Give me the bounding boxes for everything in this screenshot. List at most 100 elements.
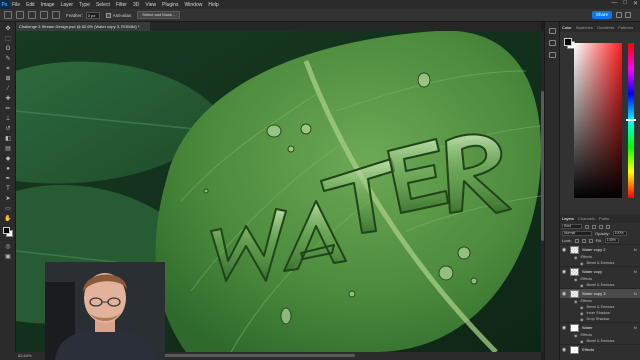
- menu-layer[interactable]: Layer: [58, 2, 77, 8]
- brush-tool-icon[interactable]: ✏: [4, 106, 12, 113]
- pixel-filter-icon[interactable]: [585, 224, 589, 229]
- shape-tool-icon[interactable]: ▭: [4, 206, 12, 213]
- eyedropper-tool-icon[interactable]: ⁄: [4, 86, 12, 93]
- maximize-icon[interactable]: □: [623, 0, 627, 7]
- effect-eye-icon[interactable]: ◉: [580, 339, 584, 344]
- visibility-eye-icon[interactable]: ◉: [561, 347, 567, 353]
- search-icon[interactable]: [616, 12, 622, 18]
- layer-row[interactable]: ◉ Water fx: [560, 322, 640, 332]
- visibility-eye-icon[interactable]: ◉: [561, 291, 567, 297]
- effect-eye-icon[interactable]: ◉: [580, 311, 584, 316]
- type-filter-icon[interactable]: [599, 224, 603, 229]
- tab-color[interactable]: Color: [560, 25, 574, 30]
- share-button[interactable]: Share: [591, 11, 612, 19]
- menu-help[interactable]: Help: [205, 2, 221, 8]
- menu-edit[interactable]: Edit: [23, 2, 38, 8]
- effect-eye-icon[interactable]: ◉: [580, 317, 584, 322]
- menu-filter[interactable]: Filter: [113, 2, 130, 8]
- effect-eye-icon[interactable]: ◉: [574, 333, 578, 338]
- horizontal-scroll-thumb[interactable]: [140, 354, 355, 357]
- quick-mask-icon[interactable]: ◎: [4, 244, 12, 251]
- tab-paths[interactable]: Paths: [597, 216, 611, 221]
- menu-window[interactable]: Window: [182, 2, 206, 8]
- lasso-tool-preset-icon[interactable]: [16, 11, 24, 19]
- shape-filter-icon[interactable]: [606, 224, 610, 229]
- effect-eye-icon[interactable]: ◉: [574, 277, 578, 282]
- visibility-eye-icon[interactable]: ◉: [561, 325, 567, 331]
- foreground-color-chip[interactable]: [564, 38, 572, 46]
- workspace-icon[interactable]: [625, 12, 631, 18]
- document-tab[interactable]: Challenge 3 Stream Design.psd @ 82.6% (W…: [16, 22, 150, 31]
- add-to-selection-icon[interactable]: [40, 11, 48, 19]
- healing-brush-icon[interactable]: ✚: [4, 96, 12, 103]
- minimize-icon[interactable]: —: [611, 0, 617, 7]
- pen-tool-icon[interactable]: ✒: [4, 176, 12, 183]
- lock-pixels-icon[interactable]: [574, 238, 579, 243]
- foreground-color-swatch[interactable]: [3, 227, 10, 234]
- adjustments-panel-icon[interactable]: [549, 52, 556, 58]
- new-selection-icon[interactable]: [28, 11, 36, 19]
- fx-badge[interactable]: fx: [634, 325, 637, 330]
- tab-layers[interactable]: Layers: [560, 216, 576, 221]
- tab-gradients[interactable]: Gradients: [595, 25, 616, 30]
- quick-select-tool-icon[interactable]: ✎: [4, 56, 12, 63]
- screen-mode-icon[interactable]: ▣: [4, 254, 12, 261]
- menu-3d[interactable]: 3D: [130, 2, 142, 8]
- layer-row-selected[interactable]: ◉ Water copy 3 fx: [560, 288, 640, 298]
- lock-all-icon[interactable]: [588, 238, 593, 243]
- blend-mode-select[interactable]: Normal: [562, 231, 592, 236]
- move-tool-icon[interactable]: ✥: [4, 26, 12, 33]
- frame-tool-icon[interactable]: ⊠: [4, 76, 12, 83]
- hue-marker[interactable]: [626, 119, 636, 121]
- effect-eye-icon[interactable]: ◉: [580, 283, 584, 288]
- menu-image[interactable]: Image: [38, 2, 58, 8]
- subtract-selection-icon[interactable]: [52, 11, 60, 19]
- history-brush-icon[interactable]: ↺: [4, 126, 12, 133]
- layer-row[interactable]: ◉ Water copy fx: [560, 266, 640, 276]
- hand-tool-icon[interactable]: ✋: [4, 216, 12, 223]
- blur-tool-icon[interactable]: ◆: [4, 156, 12, 163]
- close-icon[interactable]: ✕: [633, 0, 638, 7]
- menu-file[interactable]: File: [9, 2, 23, 8]
- gradient-tool-icon[interactable]: ▤: [4, 146, 12, 153]
- history-panel-icon[interactable]: [549, 28, 556, 34]
- dodge-tool-icon[interactable]: ●: [4, 166, 12, 173]
- kind-filter-select[interactable]: Kind: [562, 224, 582, 229]
- layer-row[interactable]: ◉ Water copy 2 fx: [560, 244, 640, 254]
- type-tool-icon[interactable]: T: [4, 186, 12, 193]
- tab-patterns[interactable]: Patterns: [616, 25, 635, 30]
- visibility-eye-icon[interactable]: ◉: [561, 269, 567, 275]
- fill-input[interactable]: 100%: [604, 238, 619, 243]
- fx-badge[interactable]: fx: [634, 291, 637, 296]
- feather-input[interactable]: 0 px: [85, 11, 100, 19]
- eraser-tool-icon[interactable]: ◧: [4, 136, 12, 143]
- antialias-checkbox[interactable]: [105, 12, 111, 18]
- menu-select[interactable]: Select: [93, 2, 113, 8]
- menu-plugins[interactable]: Plugins: [159, 2, 181, 8]
- visibility-eye-icon[interactable]: ◉: [561, 247, 567, 253]
- fx-badge[interactable]: fx: [634, 247, 637, 252]
- menu-view[interactable]: View: [142, 2, 159, 8]
- menu-type[interactable]: Type: [76, 2, 93, 8]
- layer-row[interactable]: ◉ Effects: [560, 344, 640, 354]
- tab-channels[interactable]: Channels: [576, 216, 597, 221]
- adjustment-filter-icon[interactable]: [592, 224, 596, 229]
- home-icon[interactable]: [4, 11, 12, 19]
- saturation-value-field[interactable]: [574, 43, 622, 198]
- lock-position-icon[interactable]: [581, 238, 586, 243]
- effect-eye-icon[interactable]: ◉: [580, 305, 584, 310]
- effect-eye-icon[interactable]: ◉: [574, 299, 578, 304]
- fx-badge[interactable]: fx: [634, 269, 637, 274]
- tab-swatches[interactable]: Swatches: [574, 25, 595, 30]
- effect-eye-icon[interactable]: ◉: [580, 261, 584, 266]
- opacity-input[interactable]: 100%: [612, 231, 627, 236]
- zoom-level[interactable]: 82.64%: [18, 353, 32, 358]
- crop-tool-icon[interactable]: ⌗: [4, 66, 12, 73]
- properties-panel-icon[interactable]: [549, 40, 556, 46]
- clone-stamp-icon[interactable]: ⊥: [4, 116, 12, 123]
- effect-eye-icon[interactable]: ◉: [574, 255, 578, 260]
- select-and-mask-button[interactable]: Select and Mask...: [137, 11, 181, 19]
- marquee-tool-icon[interactable]: ⬚: [4, 36, 12, 43]
- path-select-icon[interactable]: ➤: [4, 196, 12, 203]
- lasso-tool-icon[interactable]: ʘ: [4, 46, 12, 53]
